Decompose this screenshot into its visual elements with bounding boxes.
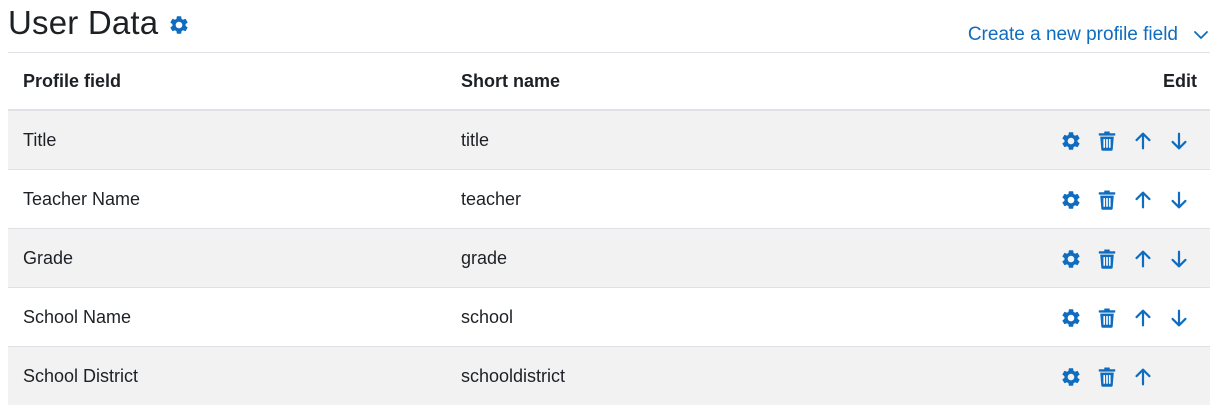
table-row: Teacher Name teacher bbox=[8, 169, 1210, 229]
gear-icon[interactable] bbox=[1060, 189, 1082, 211]
cell-profile-field: Teacher Name bbox=[8, 169, 446, 229]
arrow-up-icon[interactable] bbox=[1132, 307, 1154, 329]
empty-action-slot bbox=[1168, 366, 1190, 388]
table-row: Title title bbox=[8, 109, 1210, 170]
row-action-icons bbox=[1060, 307, 1190, 329]
cell-short-name: school bbox=[446, 287, 916, 347]
arrow-down-icon[interactable] bbox=[1168, 189, 1190, 211]
gear-icon[interactable] bbox=[1060, 130, 1082, 152]
cell-short-name: title bbox=[446, 109, 916, 170]
arrow-up-icon[interactable] bbox=[1132, 130, 1154, 152]
trash-icon[interactable] bbox=[1096, 130, 1118, 152]
gear-icon[interactable] bbox=[168, 14, 190, 36]
arrow-down-icon[interactable] bbox=[1168, 130, 1190, 152]
profile-fields-table: Profile field Short name Edit Title title… bbox=[8, 53, 1210, 405]
page: User Data Create a new profile field Pro… bbox=[0, 0, 1218, 412]
arrow-down-icon[interactable] bbox=[1168, 248, 1190, 270]
page-title: User Data bbox=[8, 3, 159, 41]
heading-row: User Data bbox=[8, 0, 190, 48]
column-header-short-name: Short name bbox=[446, 53, 916, 111]
arrow-down-icon[interactable] bbox=[1168, 307, 1190, 329]
gear-icon[interactable] bbox=[1060, 307, 1082, 329]
cell-profile-field: School District bbox=[8, 346, 446, 405]
create-profile-field-dropdown[interactable]: Create a new profile field bbox=[968, 24, 1210, 46]
trash-icon[interactable] bbox=[1096, 189, 1118, 211]
column-header-edit: Edit bbox=[916, 53, 1210, 111]
table-header-row: Profile field Short name Edit bbox=[8, 53, 1210, 111]
trash-icon[interactable] bbox=[1096, 307, 1118, 329]
row-action-icons bbox=[1060, 366, 1190, 388]
cell-short-name: schooldistrict bbox=[446, 346, 916, 405]
chevron-down-icon bbox=[1192, 26, 1210, 44]
table-row: School Name school bbox=[8, 287, 1210, 347]
row-action-icons bbox=[1060, 189, 1190, 211]
create-profile-field-label: Create a new profile field bbox=[967, 24, 1178, 45]
gear-icon[interactable] bbox=[1060, 366, 1082, 388]
row-action-icons bbox=[1060, 248, 1190, 270]
gear-icon[interactable] bbox=[1060, 248, 1082, 270]
table-row: School District schooldistrict bbox=[8, 346, 1210, 405]
cell-edit-actions bbox=[916, 287, 1210, 347]
column-header-profile-field: Profile field bbox=[8, 53, 446, 111]
row-action-icons bbox=[1060, 130, 1190, 152]
trash-icon[interactable] bbox=[1096, 366, 1118, 388]
arrow-up-icon[interactable] bbox=[1132, 366, 1154, 388]
arrow-up-icon[interactable] bbox=[1132, 189, 1154, 211]
cell-edit-actions bbox=[916, 109, 1210, 170]
cell-edit-actions bbox=[916, 346, 1210, 405]
table-row: Grade grade bbox=[8, 228, 1210, 288]
cell-profile-field: Title bbox=[8, 109, 446, 170]
cell-profile-field: Grade bbox=[8, 228, 446, 288]
cell-short-name: teacher bbox=[446, 169, 916, 229]
cell-edit-actions bbox=[916, 169, 1210, 229]
cell-profile-field: School Name bbox=[8, 287, 446, 347]
trash-icon[interactable] bbox=[1096, 248, 1118, 270]
cell-short-name: grade bbox=[446, 228, 916, 288]
cell-edit-actions bbox=[916, 228, 1210, 288]
arrow-up-icon[interactable] bbox=[1132, 248, 1154, 270]
